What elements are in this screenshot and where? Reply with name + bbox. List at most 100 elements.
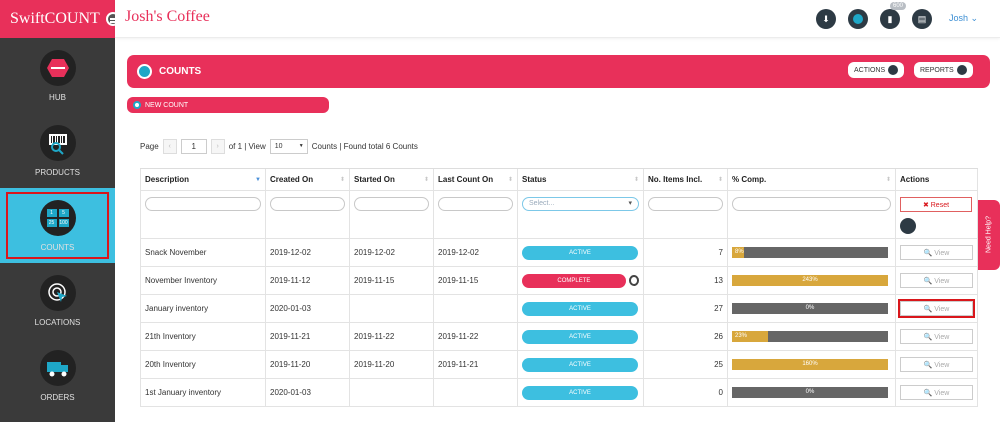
- cell-last-count: [434, 379, 518, 406]
- user-menu[interactable]: Josh ⌄: [949, 13, 978, 24]
- plus-icon: [133, 101, 141, 109]
- progress-bar: 160%: [732, 359, 888, 370]
- prev-page-button[interactable]: ‹: [162, 139, 177, 154]
- status-badge: ACTIVE: [522, 245, 638, 260]
- cell-started: 2019-12-02: [350, 239, 434, 266]
- cell-completion: 160%: [728, 351, 896, 378]
- sidebar-item-counts[interactable]: 1 5 25 100 COUNTS: [0, 188, 115, 263]
- cell-started: 2019-11-15: [350, 267, 434, 294]
- new-count-button[interactable]: NEW COUNT: [127, 97, 329, 113]
- table-row[interactable]: January inventory 2020-01-03 ACTIVE 27 0% 🔍 V…: [140, 295, 978, 323]
- table-row[interactable]: Snack November 2019-12-02 2019-12-02 2019-1…: [140, 239, 978, 267]
- cell-items: 7: [644, 239, 728, 266]
- counts-tile: 5: [58, 208, 69, 217]
- hub-icon: [39, 49, 76, 86]
- sidebar-item-orders[interactable]: ORDERS: [0, 338, 115, 413]
- progress-label: 160%: [802, 361, 818, 367]
- table-row[interactable]: 20th Inventory 2019-11-20 2019-11-20 2019-1…: [140, 351, 978, 379]
- cell-last-count: 2019-11-21: [434, 351, 518, 378]
- counts-tile: 100: [58, 218, 69, 227]
- status-badge: ACTIVE: [522, 357, 638, 372]
- cell-actions: 🔍 View: [896, 267, 978, 294]
- description-filter[interactable]: [145, 197, 261, 211]
- cell-started: 2019-11-20: [350, 351, 434, 378]
- cell-items: 27: [644, 295, 728, 322]
- top-icons: ⬇ ▮ 600 ▤: [816, 2, 932, 29]
- view-button[interactable]: 🔍 View: [900, 273, 973, 288]
- cell-last-count: 2019-11-22: [434, 323, 518, 350]
- view-button[interactable]: 🔍 View: [900, 245, 973, 260]
- sidebar: HUB PRODUCTS 1 5 25 100 COUNTS LOCATIONS…: [0, 38, 115, 422]
- column-header[interactable]: Created On ⬍: [266, 169, 350, 190]
- view-button[interactable]: 🔍 View: [900, 357, 973, 372]
- progress-bar: 23%: [732, 331, 888, 342]
- brand-logo[interactable]: SwiftCOUNT: [0, 0, 115, 38]
- status-badge: COMPLETE: [522, 273, 626, 288]
- reports-button[interactable]: REPORTS: [914, 62, 973, 78]
- table-row[interactable]: 21th Inventory 2019-11-21 2019-11-22 2019-1…: [140, 323, 978, 351]
- progress-bar: 0%: [732, 303, 888, 314]
- reset-filters-button[interactable]: ✖ Reset: [900, 197, 972, 212]
- counts-header-icon: [137, 64, 152, 79]
- of-view-label: of 1 | View: [228, 142, 266, 151]
- cell-actions: 🔍 View: [896, 323, 978, 350]
- cell-completion: 23%: [728, 323, 896, 350]
- status-badge: ACTIVE: [522, 301, 638, 316]
- status-filter[interactable]: Select...: [522, 197, 639, 211]
- view-button[interactable]: 🔍 View: [900, 385, 973, 400]
- cell-items: 13: [644, 267, 728, 294]
- sidebar-item-hub[interactable]: HUB: [0, 38, 115, 113]
- cell-description: November Inventory: [140, 267, 266, 294]
- cell-actions: 🔍 View: [896, 351, 978, 378]
- column-header[interactable]: Status ⬍: [518, 169, 644, 190]
- cell-description: Snack November: [140, 239, 266, 266]
- cell-description: 1st January inventory: [140, 379, 266, 406]
- sidebar-item-locations[interactable]: LOCATIONS: [0, 263, 115, 338]
- column-header[interactable]: Started On ⬍: [350, 169, 434, 190]
- counts-table: Description ▼ Created On ⬍ Started On ⬍ Las…: [140, 168, 978, 407]
- last-count-filter[interactable]: [438, 197, 513, 211]
- counts-tile: 25: [46, 218, 57, 227]
- settings-icon[interactable]: [848, 9, 868, 29]
- page-input[interactable]: 1: [180, 139, 207, 154]
- column-header[interactable]: No. Items Incl. ⬍: [644, 169, 728, 190]
- clipboard-icon[interactable]: ▤: [912, 9, 932, 29]
- notifications-icon[interactable]: ▮ 600: [880, 2, 907, 29]
- page-label: Page: [140, 142, 159, 151]
- page-title: COUNTS: [159, 66, 202, 77]
- sidebar-item-label: COUNTS: [40, 242, 75, 252]
- cell-status: COMPLETE: [518, 267, 644, 294]
- items-filter[interactable]: [648, 197, 723, 211]
- column-header[interactable]: % Comp. ⬍: [728, 169, 896, 190]
- need-help-tab[interactable]: Need Help?: [978, 200, 1000, 270]
- sidebar-item-products[interactable]: PRODUCTS: [0, 113, 115, 188]
- next-page-button[interactable]: ›: [210, 139, 225, 154]
- column-header[interactable]: Description ▼: [140, 169, 266, 190]
- location-icon: [39, 274, 76, 311]
- actions-button[interactable]: ACTIONS: [848, 62, 905, 78]
- tag-icon[interactable]: [900, 218, 916, 234]
- per-page-select[interactable]: 10: [269, 139, 308, 154]
- counts-tile: 1: [46, 208, 57, 217]
- complete-ring-icon: [628, 275, 639, 286]
- cell-last-count: 2019-12-02: [434, 239, 518, 266]
- cell-actions: 🔍 View: [896, 239, 978, 266]
- status-badge: ACTIVE: [522, 329, 638, 344]
- cell-created: 2020-01-03: [266, 379, 350, 406]
- cell-started: [350, 295, 434, 322]
- cell-status: ACTIVE: [518, 295, 644, 322]
- cell-actions: 🔍 View: [896, 379, 978, 406]
- table-row[interactable]: November Inventory 2019-11-12 2019-11-15 20…: [140, 267, 978, 295]
- counts-icon: 1 5 25 100: [39, 199, 76, 236]
- view-button[interactable]: 🔍 View: [898, 299, 975, 318]
- table-row[interactable]: 1st January inventory 2020-01-03 ACTIVE 0 0%…: [140, 379, 978, 407]
- completion-filter[interactable]: [732, 197, 891, 211]
- column-header[interactable]: Last Count On ⬍: [434, 169, 518, 190]
- download-icon[interactable]: ⬇: [816, 9, 836, 29]
- cell-created: 2019-11-12: [266, 267, 350, 294]
- created-filter[interactable]: [270, 197, 345, 211]
- view-button[interactable]: 🔍 View: [900, 329, 973, 344]
- shop-name: Josh's Coffee: [125, 8, 210, 25]
- cell-description: 21th Inventory: [140, 323, 266, 350]
- started-filter[interactable]: [354, 197, 429, 211]
